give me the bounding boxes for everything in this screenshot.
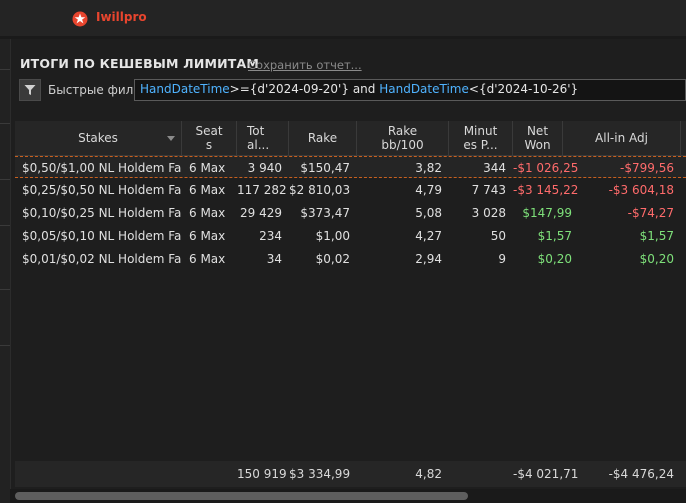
filter-expression-input[interactable]: HandDateTime>={d'2024-09-20'} and HandDa…	[134, 79, 686, 101]
cell-seats: 6 Max	[189, 229, 226, 243]
table-row[interactable]: $0,10/$0,25 NL Holdem Fast 6 Max 29 429 $37…	[15, 202, 686, 224]
cell-net-won: $1,57	[537, 229, 572, 243]
col-header-stakes[interactable]: Stakes	[15, 121, 182, 155]
cell-stakes: $0,10/$0,25 NL Holdem Fast	[22, 206, 182, 220]
brand-name: Iwillpro	[96, 10, 147, 24]
quick-filter-label: Быстрые фильт	[48, 83, 148, 97]
cell-total-hands: 117 282	[237, 183, 287, 197]
cell-rake-bb100: 4,27	[415, 229, 442, 243]
filter-operator-1: >=	[229, 82, 250, 96]
cell-allin-adj: $1,57	[639, 229, 674, 243]
left-panel-edge	[0, 39, 11, 503]
title-bar: Iwillpro	[0, 0, 686, 36]
table-row[interactable]: $0,05/$0,10 NL Holdem Fast 6 Max 234 $1,00 4…	[15, 225, 686, 247]
save-report-link[interactable]: Сохранить отчет...	[248, 58, 362, 72]
cell-net-won: -$3 145,22	[513, 183, 579, 197]
title-bar-divider	[0, 36, 686, 39]
col-header-minutes[interactable]: Minut es P...	[449, 121, 513, 155]
cell-minutes: 50	[490, 229, 506, 243]
cell-minutes: 9	[498, 252, 506, 266]
scrollbar-thumb[interactable]	[15, 492, 468, 500]
cell-allin-adj: -$799,56	[620, 161, 674, 175]
cell-stakes: $0,25/$0,50 NL Holdem Fast	[22, 183, 182, 197]
cell-seats: 6 Max	[189, 183, 226, 197]
total-hands-sum: 150 919	[237, 467, 287, 481]
cell-allin-adj: -$74,27	[627, 206, 674, 220]
col-header-net-won[interactable]: Net Won	[513, 121, 563, 155]
cell-allin-adj: $0,20	[639, 252, 674, 266]
stakes-table: Stakes Seat s Tot al... Rake Rake bb/100 Mi…	[15, 121, 686, 489]
cell-seats: 6 Max	[189, 206, 226, 220]
cell-net-won: $147,99	[522, 206, 572, 220]
cell-rake-bb100: 5,08	[415, 206, 442, 220]
filter-button[interactable]	[19, 79, 41, 101]
col-header-rake[interactable]: Rake	[289, 121, 357, 155]
col-header-allin-adj[interactable]: All-in Adj	[563, 121, 681, 155]
cell-rake: $373,47	[300, 206, 350, 220]
cell-rake: $2 810,03	[289, 183, 351, 197]
cell-stakes: $0,50/$1,00 NL Holdem Fast	[22, 161, 182, 175]
cell-minutes: 344	[483, 161, 506, 175]
cell-net-won: $0,20	[537, 252, 572, 266]
filter-field-2: HandDateTime	[379, 82, 469, 96]
cell-total-hands: 3 940	[247, 161, 282, 175]
col-header-rake-bb100[interactable]: Rake bb/100	[357, 121, 449, 155]
report-title: ИТОГИ ПО КЕШЕВЫМ ЛИМИТАМ	[20, 56, 260, 71]
pokerstars-star-icon	[72, 11, 88, 27]
cell-stakes: $0,01/$0,02 NL Holdem Fast	[22, 252, 182, 266]
table-row[interactable]: $0,50/$1,00 NL Holdem Fast 6 Max 3 940 $150…	[15, 156, 686, 178]
cell-total-hands: 34	[266, 252, 282, 266]
cell-rake: $1,00	[315, 229, 350, 243]
filter-and: and	[349, 82, 380, 96]
sort-desc-icon	[167, 136, 175, 141]
net-won-sum: -$4 021,71	[513, 467, 579, 481]
horizontal-scrollbar[interactable]	[10, 489, 686, 503]
cell-rake-bb100: 4,79	[415, 183, 442, 197]
cell-minutes: 7 743	[471, 183, 506, 197]
table-totals-row: 150 919 $3 334,99 4,82 -$4 021,71 -$4 47…	[15, 461, 686, 487]
filter-value-1: {d'2024-09-20'}	[249, 82, 349, 96]
rake-bb100-avg: 4,82	[415, 467, 442, 481]
cell-seats: 6 Max	[189, 252, 226, 266]
allin-adj-sum: -$4 476,24	[608, 467, 674, 481]
table-row[interactable]: $0,01/$0,02 NL Holdem Fast 6 Max 34 $0,02 2,…	[15, 248, 686, 270]
cell-total-hands: 234	[259, 229, 282, 243]
cell-minutes: 3 028	[471, 206, 506, 220]
filter-value-2: {d'2024-10-26'}	[478, 82, 579, 96]
cell-rake-bb100: 3,82	[415, 161, 442, 175]
col-header-total-hands[interactable]: Tot al...	[237, 121, 289, 155]
cell-seats: 6 Max	[189, 161, 226, 175]
cell-allin-adj: -$3 604,18	[608, 183, 674, 197]
cell-stakes: $0,05/$0,10 NL Holdem Fast	[22, 229, 182, 243]
col-header-seats[interactable]: Seat s	[182, 121, 237, 155]
cell-rake-bb100: 2,94	[415, 252, 442, 266]
cell-rake: $150,47	[300, 161, 350, 175]
cell-net-won: -$1 026,25	[513, 161, 579, 175]
filter-field-1: HandDateTime	[140, 82, 230, 96]
filter-operator-2: <	[468, 82, 479, 96]
table-header: Stakes Seat s Tot al... Rake Rake bb/100 Mi…	[15, 121, 686, 156]
table-row[interactable]: $0,25/$0,50 NL Holdem Fast 6 Max 117 282 $2…	[15, 179, 686, 201]
funnel-icon	[24, 85, 36, 95]
rake-sum: $3 334,99	[289, 467, 351, 481]
cell-total-hands: 29 429	[240, 206, 282, 220]
cell-rake: $0,02	[315, 252, 350, 266]
